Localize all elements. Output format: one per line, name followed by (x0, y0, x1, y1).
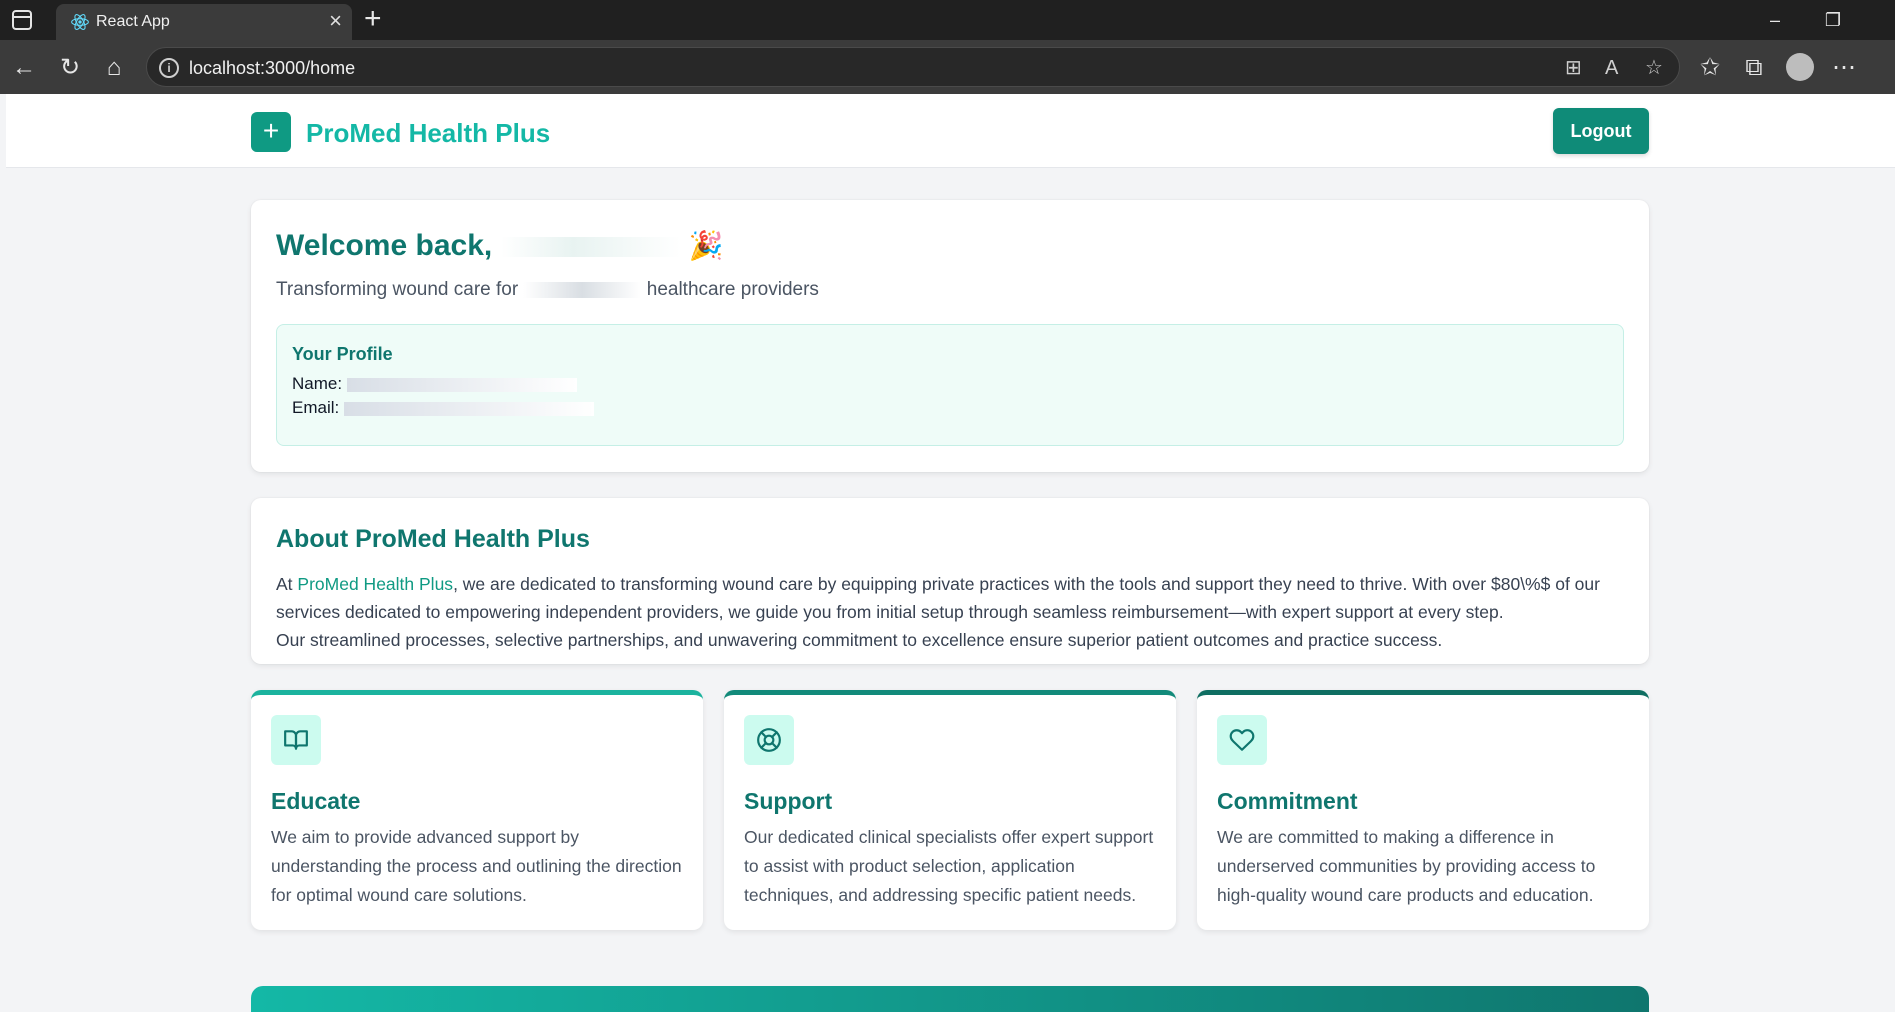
browser-titlebar: React App × + – ❐ (0, 0, 1895, 40)
welcome-card: Welcome back, 🎉 Transforming wound care … (251, 200, 1649, 472)
welcome-subtitle: Transforming wound care for healthcare p… (276, 279, 819, 300)
address-bar[interactable]: i localhost:3000/home ⊞ A ☆ (146, 47, 1680, 87)
feature-card-support: Support Our dedicated clinical specialis… (724, 690, 1176, 930)
lifebuoy-icon (744, 715, 794, 765)
email-label: Email: (292, 398, 340, 417)
redacted-username (500, 237, 681, 258)
book-icon (271, 715, 321, 765)
redacted-name (346, 377, 577, 392)
feature-description: We are committed to making a difference … (1217, 827, 1596, 905)
reload-icon[interactable]: ↻ (56, 54, 84, 82)
profile-panel: Your Profile Name: Email: (276, 324, 1624, 446)
feature-card-educate: Educate We aim to provide advanced suppo… (251, 690, 703, 930)
back-icon[interactable]: ← (10, 54, 38, 82)
apps-icon[interactable]: ⊞ (1565, 57, 1582, 79)
browser-tab[interactable]: React App × (56, 4, 352, 40)
heart-icon (1217, 715, 1267, 765)
welcome-text: Welcome back, (276, 229, 493, 262)
profile-name-row: Name: (292, 373, 577, 395)
welcome-heading: Welcome back, 🎉 (276, 228, 724, 264)
read-aloud-icon[interactable]: A (1605, 57, 1618, 79)
app-header: + ProMed Health Plus Logout (6, 94, 1895, 168)
browser-profile-icon[interactable] (1786, 53, 1814, 81)
favorites-icon[interactable]: ✩ (1696, 54, 1724, 82)
about-card: About ProMed Health Plus At ProMed Healt… (251, 498, 1649, 664)
minimize-icon[interactable]: – (1760, 8, 1790, 32)
new-tab-icon[interactable]: + (364, 2, 382, 36)
more-menu-icon[interactable]: ⋯ (1830, 54, 1858, 82)
feature-description: We aim to provide advanced support by un… (271, 827, 682, 905)
react-icon (71, 14, 89, 30)
profile-title: Your Profile (292, 344, 393, 364)
profile-email-row: Email: (292, 397, 594, 419)
favorite-star-icon[interactable]: ☆ (1645, 57, 1663, 79)
plus-logo-icon: + (251, 112, 291, 152)
close-tab-icon[interactable]: × (329, 10, 342, 32)
browser-navbar: ← ↻ ⌂ i localhost:3000/home ⊞ A ☆ ✩ ⧉ ⋯ (0, 40, 1895, 94)
tab-title: React App (96, 13, 170, 30)
about-paragraph-2: Our streamlined processes, selective par… (276, 630, 1443, 650)
feature-title: Educate (271, 788, 361, 814)
brand-highlight: ProMed Health Plus (297, 574, 454, 594)
brand-name: ProMed Health Plus (306, 118, 551, 148)
logout-button[interactable]: Logout (1553, 108, 1649, 154)
feature-title: Support (744, 788, 833, 814)
home-icon[interactable]: ⌂ (100, 54, 128, 82)
tab-actions-icon[interactable] (12, 10, 32, 30)
restore-icon[interactable]: ❐ (1818, 8, 1848, 32)
page-viewport: + ProMed Health Plus Logout Welcome back… (6, 94, 1895, 1012)
redacted-text (523, 281, 642, 298)
url-text: localhost:3000/home (189, 58, 356, 78)
redacted-email (343, 401, 594, 416)
name-label: Name: (292, 374, 343, 393)
feature-title: Commitment (1217, 788, 1358, 814)
feature-description: Our dedicated clinical specialists offer… (744, 827, 1154, 905)
about-paragraph-1: At ProMed Health Plus, we are dedicated … (276, 574, 1600, 622)
about-title: About ProMed Health Plus (276, 525, 590, 553)
party-popper-icon: 🎉 (688, 230, 724, 261)
bottom-banner (251, 986, 1649, 1012)
extensions-icon[interactable]: ⧉ (1740, 54, 1768, 82)
feature-card-commitment: Commitment We are committed to making a … (1197, 690, 1649, 930)
site-info-icon[interactable]: i (159, 58, 179, 78)
